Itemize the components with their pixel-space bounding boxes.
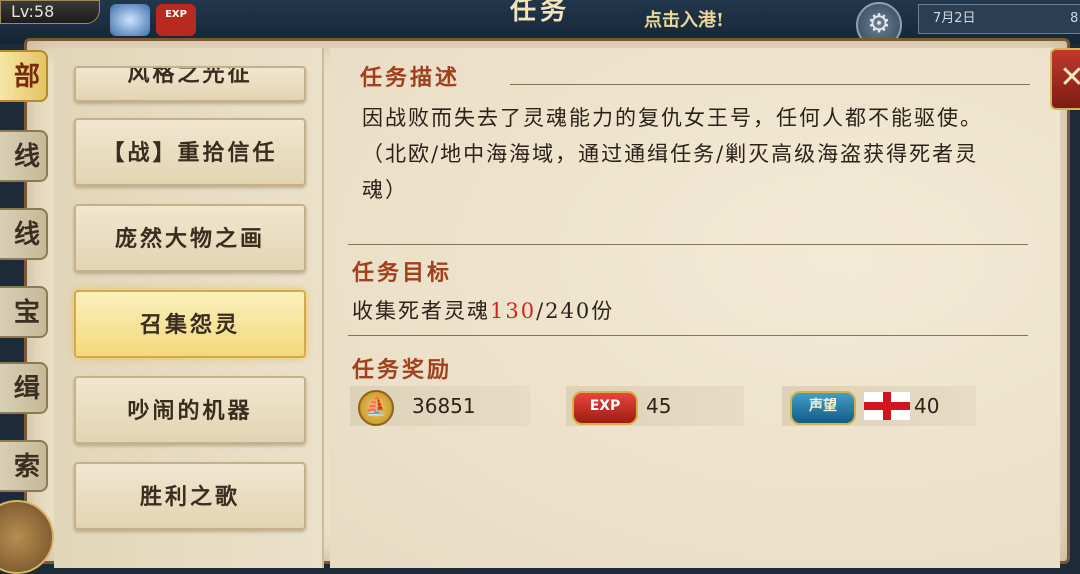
enter-port-hint[interactable]: 点击入港! [644, 6, 724, 32]
goal-current-count: 130 [490, 299, 537, 323]
exp-icon: EXP [572, 391, 638, 425]
avatar-icon[interactable] [110, 4, 150, 36]
goal-total: /240份 [536, 299, 615, 323]
exp-amount: 45 [646, 394, 672, 418]
quest-item[interactable]: 庞然大物之画 [74, 204, 306, 272]
time-text: 8:1 [1070, 11, 1080, 26]
quest-item[interactable]: 风格之光征 [74, 66, 306, 102]
category-tab-main-line[interactable]: 线 [0, 130, 48, 182]
quest-item[interactable]: 胜利之歌 [74, 462, 306, 530]
reputation-amount: 40 [914, 394, 940, 418]
category-tab-side-line[interactable]: 线 [0, 208, 48, 260]
player-level: Lv:58 [0, 0, 100, 24]
divider [348, 335, 1028, 336]
description-title: 任务描述 [360, 65, 461, 91]
quest-description: 因战败而失去了灵魂能力的复仇女王号，任何人都不能驱使。（北欧/地中海海域，通过通… [362, 106, 983, 202]
category-tab-all[interactable]: 部 [0, 50, 48, 102]
quest-goal: 收集死者灵魂130/240份 [352, 295, 614, 325]
goal-title: 任务目标 [352, 260, 453, 286]
england-flag-icon [864, 392, 910, 420]
reward-reputation: 声望 40 [782, 386, 976, 426]
reward-exp: EXP 45 [566, 386, 744, 426]
gold-amount: 36851 [412, 394, 476, 418]
exp-boost-icon[interactable]: EXP [156, 4, 196, 36]
divider [510, 84, 1030, 85]
date-text: 7月2日 [933, 11, 976, 26]
divider [348, 244, 1028, 245]
coin-icon: ⛵ [358, 390, 394, 426]
reward-title: 任务奖励 [352, 357, 453, 383]
quest-item[interactable]: 【战】重拾信任 [74, 118, 306, 186]
reputation-icon: 声望 [790, 391, 856, 425]
quest-label: 风格之光征 [127, 66, 253, 87]
reward-gold: ⛵ 36851 [350, 386, 530, 426]
category-tab-search[interactable]: 索 [0, 440, 48, 492]
page-title: 任务 [510, 0, 571, 26]
quest-item-selected[interactable]: 召集怨灵 [74, 290, 306, 358]
quest-item[interactable]: 吵闹的机器 [74, 376, 306, 444]
goal-text: 收集死者灵魂 [352, 299, 490, 323]
category-tab-treasure[interactable]: 宝 [0, 286, 48, 338]
date-time-display: 7月2日 8:1 [918, 4, 1080, 34]
close-icon[interactable]: ✕ [1050, 48, 1080, 110]
category-tab-bounty[interactable]: 缉 [0, 362, 48, 414]
